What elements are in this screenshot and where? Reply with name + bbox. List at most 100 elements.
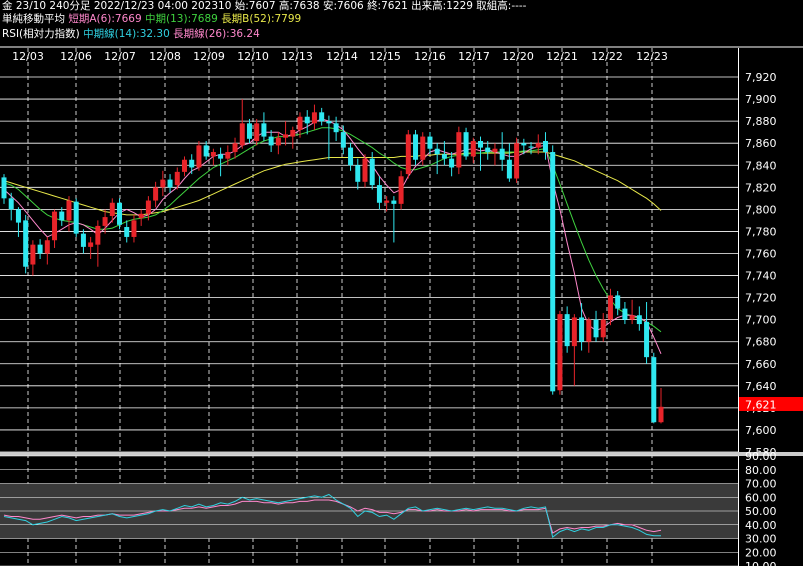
candle-body (535, 143, 541, 148)
candle-body (196, 145, 202, 168)
candle-body (297, 116, 303, 130)
candle-body (311, 112, 317, 124)
price-tick-label: 7,680 (745, 336, 777, 349)
candle-body (550, 152, 556, 392)
candle-body (174, 171, 180, 186)
candle-body (117, 202, 123, 225)
candle-body (246, 123, 252, 139)
candle-body (521, 143, 527, 146)
chart-canvas: 12/03 12/06 12/07 12/08 12/09 12/10 12/13 12/14… (0, 46, 803, 566)
candle-body (542, 140, 548, 153)
candle-body (23, 220, 29, 267)
candle-body (88, 242, 94, 247)
rsi-tick-label: 20.00 (745, 546, 777, 559)
candle-body (384, 200, 390, 203)
candle-body (138, 213, 144, 219)
candle-body (30, 244, 36, 265)
date-axis: 12/03 12/06 12/07 12/08 12/09 12/10 12/13 12/14… (12, 50, 668, 63)
rsi-panel: 90.0080.0070.0060.0050.0040.0030.0020.00… (0, 450, 777, 566)
price-grid (0, 76, 738, 453)
price-tick-label: 7,900 (745, 93, 777, 106)
candle-body (52, 211, 58, 241)
candle-body (181, 159, 187, 172)
candle-body (571, 317, 577, 347)
candle-body (405, 134, 411, 175)
candle-body (73, 201, 79, 234)
candle-body (304, 116, 310, 124)
price-tick-label: 7,720 (745, 292, 777, 305)
candle-body (15, 209, 21, 223)
ma-short-line (3, 118, 662, 354)
candle-body (239, 123, 245, 146)
candle-body (644, 321, 650, 358)
candle-body (326, 121, 332, 124)
price-tick-label: 7,880 (745, 115, 777, 128)
candle-body (319, 112, 325, 122)
candle-body (492, 148, 498, 153)
candle-body (420, 136, 426, 160)
candle-body (275, 137, 281, 146)
candle-body (651, 357, 657, 423)
ma-long-line (3, 151, 662, 216)
candle-body (463, 132, 469, 157)
candle-body (413, 134, 419, 160)
candle-body (391, 200, 397, 204)
candle-body (167, 179, 173, 188)
moving-average-lines (3, 118, 662, 354)
candle-body (8, 198, 14, 210)
price-tick-label: 7,660 (745, 358, 777, 371)
candle-body (261, 123, 267, 137)
candle-body (362, 158, 368, 182)
price-tick-label: 7,800 (745, 203, 777, 216)
candle-body (369, 158, 375, 186)
candle-body (44, 240, 50, 254)
rsi-tick-label: 60.00 (745, 491, 777, 504)
price-tick-label: 7,700 (745, 314, 777, 327)
candle-body (499, 148, 505, 160)
current-price-marker: 7,621 (739, 397, 803, 412)
candle-body (586, 319, 592, 342)
price-tick-label: 7,820 (745, 181, 777, 194)
candle-body (456, 132, 462, 168)
candle-body (557, 314, 563, 391)
rsi-tick-label: 10.00 (745, 560, 777, 566)
candle-body (254, 123, 260, 141)
candle-body (622, 308, 628, 320)
current-price-text: 7,621 (745, 399, 777, 412)
price-tick-label: 7,780 (745, 225, 777, 238)
price-tick-label: 7,600 (745, 424, 777, 437)
candle-body (636, 315, 642, 325)
candle-body (593, 319, 599, 338)
candle-body (1, 177, 7, 199)
rsi-tick-label: 80.00 (745, 464, 777, 477)
candle-body (225, 152, 231, 159)
price-tick-label: 7,640 (745, 380, 777, 393)
candle-body (80, 233, 86, 247)
candle-body (514, 143, 520, 179)
candle-body (290, 129, 296, 137)
rsi-tick-label: 90.00 (745, 450, 777, 463)
candle-body (66, 200, 72, 221)
candle-body (145, 200, 151, 214)
candle-body (564, 314, 570, 347)
candle-body (348, 147, 354, 166)
candle-body (506, 159, 512, 179)
candle-body (203, 145, 209, 157)
candle-body (95, 225, 101, 245)
candle-body (600, 319, 606, 338)
candle-body (160, 179, 166, 188)
candle-body (579, 317, 585, 342)
candle-body (441, 154, 447, 159)
candle-body (153, 187, 159, 201)
panel-separator (0, 452, 803, 456)
candle-body (658, 406, 664, 423)
candle-body (340, 132, 346, 148)
candle-body (232, 143, 238, 153)
candle-body (59, 211, 65, 221)
candle-body (449, 158, 455, 168)
price-tick-label: 7,840 (745, 159, 777, 172)
price-tick-label: 7,740 (745, 270, 777, 283)
candle-body (615, 295, 621, 309)
candle-body (470, 140, 476, 157)
candle-body (607, 295, 613, 320)
